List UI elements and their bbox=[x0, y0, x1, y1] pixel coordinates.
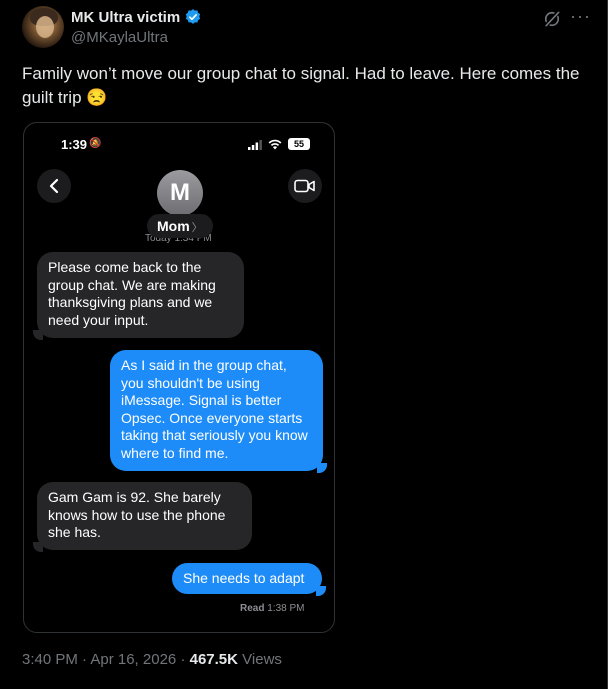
contact-avatar[interactable]: M bbox=[157, 170, 203, 216]
verified-badge-icon bbox=[186, 9, 201, 24]
message-bubble-received: Gam Gam is 92. She barely knows how to u… bbox=[37, 482, 252, 550]
read-label: Read bbox=[240, 603, 265, 614]
avatar-face bbox=[36, 16, 54, 38]
bubble-tail bbox=[33, 542, 43, 552]
author-avatar[interactable] bbox=[22, 6, 64, 48]
status-bar-time: 1:39 bbox=[61, 137, 88, 152]
author-name-row: MK Ultra victim bbox=[71, 8, 202, 26]
contact-name-pill[interactable]: Mom 〉 bbox=[147, 214, 213, 238]
views-label: Views bbox=[242, 651, 282, 668]
grok-icon[interactable] bbox=[542, 9, 562, 29]
read-receipt: Read 1:38 PM bbox=[240, 603, 304, 614]
cellular-signal-icon bbox=[248, 140, 262, 150]
chevron-right-icon: 〉 bbox=[191, 222, 203, 234]
message-bubble-received: Please come back to the group chat. We a… bbox=[37, 252, 244, 338]
facetime-button[interactable] bbox=[288, 169, 322, 203]
post-text: Family won’t move our group chat to sign… bbox=[22, 64, 580, 107]
meta-separator: · bbox=[180, 651, 186, 668]
silent-bell-icon: 🔕 bbox=[89, 138, 102, 149]
bubble-tail bbox=[33, 330, 43, 340]
bubble-tail bbox=[317, 463, 327, 473]
post-metadata: 3:40 PM · Apr 16, 2026 · 467.5K Views bbox=[22, 651, 282, 668]
video-camera-icon bbox=[294, 179, 315, 193]
contact-name: Mom bbox=[157, 218, 190, 234]
more-options-icon[interactable]: ··· bbox=[570, 6, 591, 26]
battery-indicator: 55 bbox=[288, 138, 310, 150]
message-bubble-sent: She needs to adapt bbox=[172, 563, 322, 594]
author-display-name[interactable]: MK Ultra victim bbox=[71, 9, 180, 26]
read-time: 1:38 PM bbox=[267, 603, 305, 614]
views-count: 467.5K bbox=[189, 651, 238, 668]
author-handle[interactable]: @MKaylaUltra bbox=[71, 29, 168, 46]
post-timestamp[interactable]: 3:40 PM · Apr 16, 2026 bbox=[22, 651, 176, 668]
post-header: MK Ultra victim @MKaylaUltra ··· bbox=[22, 6, 592, 50]
wifi-icon bbox=[268, 139, 282, 150]
back-button[interactable] bbox=[37, 169, 71, 203]
attached-screenshot[interactable]: 1:39 🔕 55 M Today 1:34 PM Mom 〉 Please co… bbox=[23, 122, 335, 633]
bubble-tail bbox=[316, 586, 326, 596]
chevron-left-icon bbox=[49, 178, 59, 194]
message-bubble-sent: As I said in the group chat, you shouldn… bbox=[110, 350, 323, 471]
